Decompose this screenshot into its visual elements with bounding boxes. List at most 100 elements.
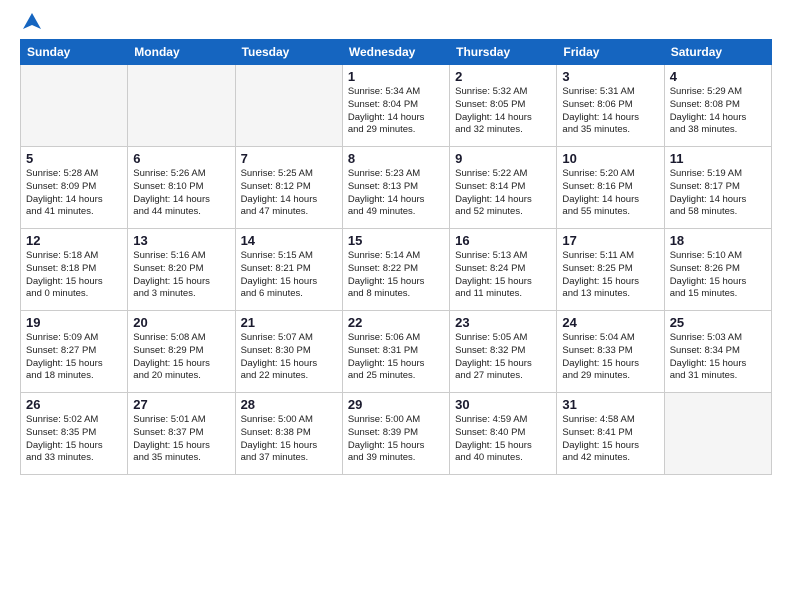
cell-info: Sunrise: 5:02 AM Sunset: 8:35 PM Dayligh… (26, 414, 122, 465)
date-number: 12 (26, 233, 122, 248)
calendar-cell: 22 Sunrise: 5:06 AM Sunset: 8:31 PM Dayli… (342, 311, 449, 393)
day-header-thursday: Thursday (450, 40, 557, 65)
cell-info: Sunrise: 5:06 AM Sunset: 8:31 PM Dayligh… (348, 332, 444, 383)
calendar-cell: 23 Sunrise: 5:05 AM Sunset: 8:32 PM Dayli… (450, 311, 557, 393)
calendar-cell: 20 Sunrise: 5:08 AM Sunset: 8:29 PM Dayli… (128, 311, 235, 393)
calendar-cell: 11 Sunrise: 5:19 AM Sunset: 8:17 PM Dayli… (664, 147, 771, 229)
cell-info: Sunrise: 5:23 AM Sunset: 8:13 PM Dayligh… (348, 168, 444, 219)
calendar-cell: 7 Sunrise: 5:25 AM Sunset: 8:12 PM Daylig… (235, 147, 342, 229)
cell-info: Sunrise: 5:05 AM Sunset: 8:32 PM Dayligh… (455, 332, 551, 383)
date-number: 6 (133, 151, 229, 166)
cell-info: Sunrise: 5:26 AM Sunset: 8:10 PM Dayligh… (133, 168, 229, 219)
calendar-cell: 24 Sunrise: 5:04 AM Sunset: 8:33 PM Dayli… (557, 311, 664, 393)
calendar-cell: 28 Sunrise: 5:00 AM Sunset: 8:38 PM Dayli… (235, 393, 342, 475)
calendar-cell: 8 Sunrise: 5:23 AM Sunset: 8:13 PM Daylig… (342, 147, 449, 229)
calendar-cell: 16Sunrise: 5:13 AM Sunset: 8:24 PM Dayli… (450, 229, 557, 311)
calendar-cell: 13Sunrise: 5:16 AM Sunset: 8:20 PM Dayli… (128, 229, 235, 311)
date-number: 14 (241, 233, 337, 248)
date-number: 27 (133, 397, 229, 412)
date-number: 5 (26, 151, 122, 166)
date-number: 26 (26, 397, 122, 412)
day-header-friday: Friday (557, 40, 664, 65)
date-number: 25 (670, 315, 766, 330)
calendar-cell: 5 Sunrise: 5:28 AM Sunset: 8:09 PM Daylig… (21, 147, 128, 229)
date-number: 16 (455, 233, 551, 248)
date-number: 29 (348, 397, 444, 412)
cell-info: Sunrise: 4:58 AM Sunset: 8:41 PM Dayligh… (562, 414, 658, 465)
date-number: 21 (241, 315, 337, 330)
calendar-cell: 12 Sunrise: 5:18 AM Sunset: 8:18 PM Dayli… (21, 229, 128, 311)
calendar-cell: 27Sunrise: 5:01 AM Sunset: 8:37 PM Dayli… (128, 393, 235, 475)
day-header-monday: Monday (128, 40, 235, 65)
day-header-saturday: Saturday (664, 40, 771, 65)
date-number: 30 (455, 397, 551, 412)
cell-info: Sunrise: 5:00 AM Sunset: 8:39 PM Dayligh… (348, 414, 444, 465)
date-number: 18 (670, 233, 766, 248)
date-number: 7 (241, 151, 337, 166)
page-header (20, 15, 772, 29)
logo-icon (21, 11, 43, 33)
calendar-cell: 2 Sunrise: 5:32 AM Sunset: 8:05 PM Daylig… (450, 65, 557, 147)
calendar-cell (235, 65, 342, 147)
calendar-cell: 17 Sunrise: 5:11 AM Sunset: 8:25 PM Dayli… (557, 229, 664, 311)
calendar-cell: 14 Sunrise: 5:15 AM Sunset: 8:21 PM Dayli… (235, 229, 342, 311)
calendar-cell: 18 Sunrise: 5:10 AM Sunset: 8:26 PM Dayli… (664, 229, 771, 311)
cell-info: Sunrise: 4:59 AM Sunset: 8:40 PM Dayligh… (455, 414, 551, 465)
cell-info: Sunrise: 5:19 AM Sunset: 8:17 PM Dayligh… (670, 168, 766, 219)
cell-info: Sunrise: 5:08 AM Sunset: 8:29 PM Dayligh… (133, 332, 229, 383)
calendar-cell (664, 393, 771, 475)
date-number: 31 (562, 397, 658, 412)
date-number: 1 (348, 69, 444, 84)
day-header-tuesday: Tuesday (235, 40, 342, 65)
cell-info: Sunrise: 5:04 AM Sunset: 8:33 PM Dayligh… (562, 332, 658, 383)
date-number: 4 (670, 69, 766, 84)
date-number: 10 (562, 151, 658, 166)
cell-info: Sunrise: 5:34 AM Sunset: 8:04 PM Dayligh… (348, 86, 444, 137)
cell-info: Sunrise: 5:29 AM Sunset: 8:08 PM Dayligh… (670, 86, 766, 137)
calendar-cell: 25Sunrise: 5:03 AM Sunset: 8:34 PM Dayli… (664, 311, 771, 393)
cell-info: Sunrise: 5:10 AM Sunset: 8:26 PM Dayligh… (670, 250, 766, 301)
calendar-cell: 31 Sunrise: 4:58 AM Sunset: 8:41 PM Dayli… (557, 393, 664, 475)
date-number: 19 (26, 315, 122, 330)
cell-info: Sunrise: 5:32 AM Sunset: 8:05 PM Dayligh… (455, 86, 551, 137)
date-number: 24 (562, 315, 658, 330)
day-header-wednesday: Wednesday (342, 40, 449, 65)
date-number: 15 (348, 233, 444, 248)
cell-info: Sunrise: 5:11 AM Sunset: 8:25 PM Dayligh… (562, 250, 658, 301)
cell-info: Sunrise: 5:09 AM Sunset: 8:27 PM Dayligh… (26, 332, 122, 383)
calendar-cell: 19 Sunrise: 5:09 AM Sunset: 8:27 PM Dayli… (21, 311, 128, 393)
date-number: 2 (455, 69, 551, 84)
calendar-cell: 30 Sunrise: 4:59 AM Sunset: 8:40 PM Dayli… (450, 393, 557, 475)
date-number: 17 (562, 233, 658, 248)
cell-info: Sunrise: 5:25 AM Sunset: 8:12 PM Dayligh… (241, 168, 337, 219)
day-header-sunday: Sunday (21, 40, 128, 65)
date-number: 28 (241, 397, 337, 412)
calendar-cell: 6 Sunrise: 5:26 AM Sunset: 8:10 PM Daylig… (128, 147, 235, 229)
cell-info: Sunrise: 5:28 AM Sunset: 8:09 PM Dayligh… (26, 168, 122, 219)
calendar-cell: 10 Sunrise: 5:20 AM Sunset: 8:16 PM Dayli… (557, 147, 664, 229)
calendar-cell: 15Sunrise: 5:14 AM Sunset: 8:22 PM Dayli… (342, 229, 449, 311)
date-number: 23 (455, 315, 551, 330)
calendar-cell: 3 Sunrise: 5:31 AM Sunset: 8:06 PM Daylig… (557, 65, 664, 147)
calendar-cell (128, 65, 235, 147)
cell-info: Sunrise: 5:31 AM Sunset: 8:06 PM Dayligh… (562, 86, 658, 137)
cell-info: Sunrise: 5:15 AM Sunset: 8:21 PM Dayligh… (241, 250, 337, 301)
date-number: 8 (348, 151, 444, 166)
date-number: 22 (348, 315, 444, 330)
date-number: 11 (670, 151, 766, 166)
cell-info: Sunrise: 5:20 AM Sunset: 8:16 PM Dayligh… (562, 168, 658, 219)
calendar-cell: 4 Sunrise: 5:29 AM Sunset: 8:08 PM Daylig… (664, 65, 771, 147)
calendar-table: SundayMondayTuesdayWednesdayThursdayFrid… (20, 39, 772, 475)
cell-info: Sunrise: 5:16 AM Sunset: 8:20 PM Dayligh… (133, 250, 229, 301)
calendar-cell: 29 Sunrise: 5:00 AM Sunset: 8:39 PM Dayli… (342, 393, 449, 475)
date-number: 20 (133, 315, 229, 330)
date-number: 3 (562, 69, 658, 84)
cell-info: Sunrise: 5:07 AM Sunset: 8:30 PM Dayligh… (241, 332, 337, 383)
cell-info: Sunrise: 5:18 AM Sunset: 8:18 PM Dayligh… (26, 250, 122, 301)
date-number: 9 (455, 151, 551, 166)
cell-info: Sunrise: 5:00 AM Sunset: 8:38 PM Dayligh… (241, 414, 337, 465)
logo (20, 15, 43, 29)
calendar-cell (21, 65, 128, 147)
calendar-cell: 26 Sunrise: 5:02 AM Sunset: 8:35 PM Dayli… (21, 393, 128, 475)
calendar-cell: 21 Sunrise: 5:07 AM Sunset: 8:30 PM Dayli… (235, 311, 342, 393)
